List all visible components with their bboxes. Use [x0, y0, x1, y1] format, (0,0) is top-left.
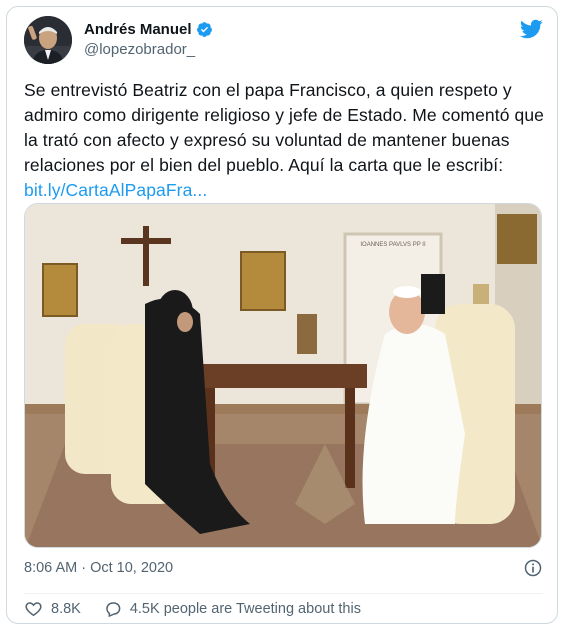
avatar-image — [24, 16, 72, 64]
author-handle[interactable]: @lopezobrador_ — [84, 41, 195, 58]
like-count: 8.8K — [51, 600, 81, 617]
avatar[interactable] — [24, 16, 72, 64]
author-name-row[interactable]: Andrés Manuel — [84, 21, 213, 38]
info-icon[interactable] — [523, 558, 543, 578]
heart-icon — [25, 602, 42, 617]
like-action[interactable]: 8.8K — [24, 599, 81, 618]
tweet-photo[interactable]: IOANNES PAVLVS PP II — [24, 203, 542, 548]
tweet-meta-row: 8:06 AM · Oct 10, 2020 — [24, 558, 543, 578]
reply-action[interactable]: 4.5K people are Tweeting about this — [103, 599, 361, 618]
tweet-actions: 8.8K 4.5K people are Tweeting about this — [24, 599, 383, 618]
reply-text: 4.5K people are Tweeting about this — [129, 600, 361, 617]
tweet-card[interactable]: Andrés Manuel @lopezobrador_ Se entrevis… — [6, 6, 558, 624]
twitter-bird-icon[interactable] — [519, 17, 543, 41]
author-name[interactable]: Andrés Manuel — [84, 21, 192, 38]
tweet-photo-image: IOANNES PAVLVS PP II — [25, 204, 541, 547]
tweet-timestamp[interactable]: 8:06 AM · Oct 10, 2020 — [24, 560, 173, 576]
verified-badge-icon — [196, 22, 212, 37]
reply-bubble-icon — [106, 602, 121, 618]
tweet-link[interactable]: bit.ly/CartaAlPapaFra... — [24, 180, 207, 200]
divider — [24, 593, 543, 594]
tweet-text: Se entrevistó Beatriz con el papa Franci… — [24, 78, 544, 203]
photo-placard: IOANNES PAVLVS PP II — [360, 242, 426, 248]
tweet-body: Se entrevistó Beatriz con el papa Franci… — [24, 80, 545, 175]
